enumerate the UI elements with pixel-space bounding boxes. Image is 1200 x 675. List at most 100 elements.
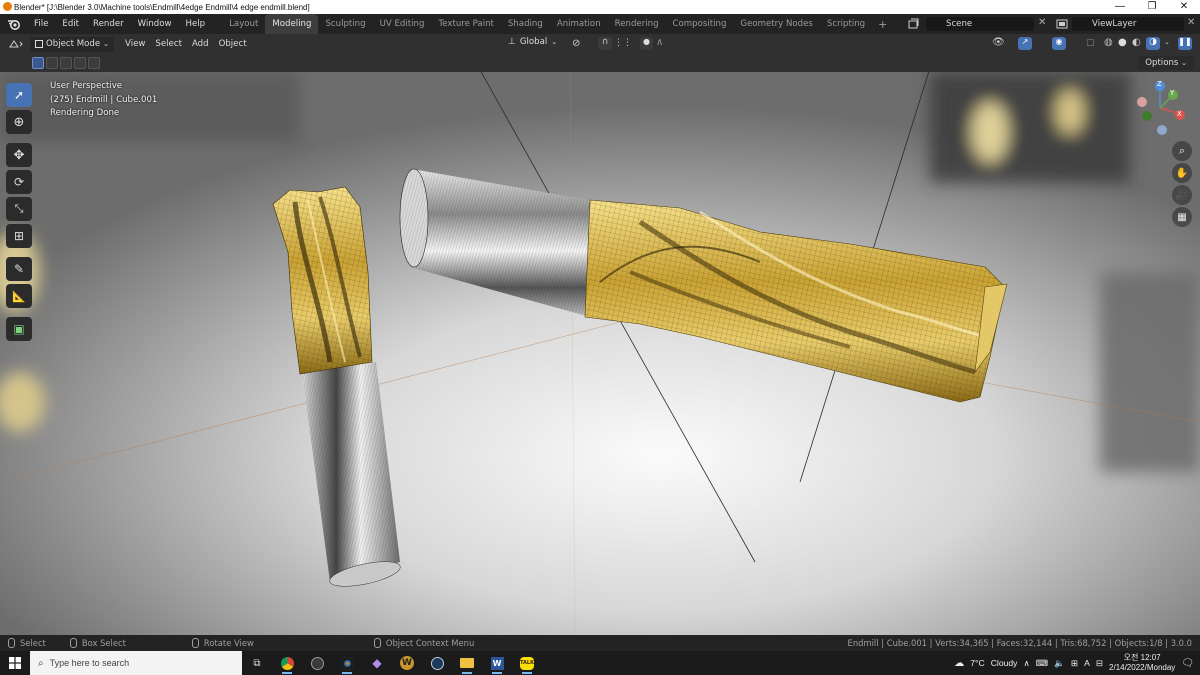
taskbar-kakaotalk[interactable]: TALK [512, 651, 542, 675]
rendered-shading-icon[interactable]: ◑ [1146, 37, 1160, 50]
language-icon[interactable]: ⊞ [1071, 658, 1078, 669]
annotate-tool[interactable]: ✎ [6, 257, 32, 281]
tab-shading[interactable]: Shading [501, 14, 550, 34]
mode-dropdown[interactable]: Object Mode ⌄ [30, 36, 115, 52]
tab-layout[interactable]: Layout [222, 14, 265, 34]
options-dropdown[interactable]: Options ⌄ [1138, 56, 1194, 70]
task-view-button[interactable]: ⧉ [242, 651, 272, 675]
menu-window[interactable]: Window [131, 14, 179, 34]
tab-compositing[interactable]: Compositing [666, 14, 734, 34]
weather-temp[interactable]: 7°C [970, 658, 984, 668]
menu-help[interactable]: Help [179, 14, 213, 34]
blender-logo-icon[interactable] [7, 18, 23, 30]
solid-shading-icon[interactable]: ● [1118, 37, 1127, 48]
menu-view[interactable]: View [120, 39, 150, 49]
volume-icon[interactable]: 🔈 [1054, 658, 1065, 669]
maximize-button[interactable]: ❐ [1136, 0, 1168, 14]
taskbar-chrome[interactable] [272, 651, 302, 675]
falloff-icon[interactable]: ∧ [656, 37, 663, 48]
select-subtract-icon[interactable] [60, 57, 72, 69]
scale-tool[interactable]: ⤡ [6, 197, 32, 221]
close-icon[interactable]: ✕ [1038, 17, 1046, 28]
taskbar-file-explorer[interactable] [452, 651, 482, 675]
taskbar-search[interactable]: ⌕ Type here to search [30, 651, 242, 675]
select-intersect-icon[interactable] [88, 57, 100, 69]
view-name: User Perspective [50, 81, 123, 91]
chevron-up-icon[interactable]: ∧ [1023, 658, 1029, 669]
tab-uv-editing[interactable]: UV Editing [373, 14, 432, 34]
zoom-button[interactable]: ⌕ [1172, 141, 1192, 161]
tab-geometry-nodes[interactable]: Geometry Nodes [733, 14, 820, 34]
pivot-icon[interactable]: ⊘ [572, 38, 580, 49]
pan-button[interactable]: ✋ [1172, 163, 1192, 183]
select-new-icon[interactable] [32, 57, 44, 69]
camera-view-button[interactable]: 🎥 [1172, 185, 1192, 205]
overlay-toggle-icon[interactable]: ◉ [1052, 37, 1066, 50]
system-tray: ☁ 7°C Cloudy ∧ ⌨ 🔈 ⊞ A ⊟ 오전 12:07 2/14/2… [954, 653, 1200, 673]
taskbar-blender[interactable] [332, 651, 362, 675]
tab-scripting[interactable]: Scripting [820, 14, 872, 34]
taskbar-app-w[interactable]: W [392, 651, 422, 675]
tab-animation[interactable]: Animation [550, 14, 608, 34]
visibility-icon[interactable]: 👁 [992, 37, 1005, 48]
menu-object[interactable]: Object [214, 39, 252, 49]
measure-tool[interactable]: 📐 [6, 284, 32, 308]
tab-rendering[interactable]: Rendering [608, 14, 666, 34]
scene-icon [908, 18, 920, 30]
select-extend-icon[interactable] [46, 57, 58, 69]
menu-add[interactable]: Add [187, 39, 214, 49]
grid-icon: ▦ [1177, 211, 1187, 223]
menu-render[interactable]: Render [86, 14, 131, 34]
select-invert-icon[interactable] [74, 57, 86, 69]
tab-sculpting[interactable]: Sculpting [318, 14, 372, 34]
start-button[interactable] [0, 651, 30, 675]
close-button[interactable]: ✕ [1168, 0, 1200, 14]
3d-viewport[interactable]: ➚ ⊕ ✥ ⟳ ⤡ ⊞ ✎ 📐 ▣ User Perspective (275)… [0, 72, 1200, 635]
add-workspace-button[interactable]: + [872, 18, 893, 31]
system-clock[interactable]: 오전 12:07 2/14/2022/Monday [1109, 653, 1175, 673]
wireframe-shading-icon[interactable]: ◍ [1104, 37, 1113, 48]
transform-tool[interactable]: ⊞ [6, 224, 32, 248]
rotate-tool[interactable]: ⟳ [6, 170, 32, 194]
select-box-tool[interactable]: ➚ [6, 83, 32, 107]
ortho-toggle-button[interactable]: ▦ [1172, 207, 1192, 227]
gizmo-toggle-icon[interactable]: ↗ [1018, 37, 1032, 50]
taskbar-steam[interactable] [422, 651, 452, 675]
taskbar-visual-studio[interactable]: ◆ [362, 651, 392, 675]
blender-icon [340, 656, 354, 670]
proportional-edit-icon[interactable]: ● [640, 37, 653, 50]
editor-type-icon[interactable] [8, 37, 26, 51]
taskbar-app-shield[interactable] [302, 651, 332, 675]
add-cube-tool[interactable]: ▣ [6, 317, 32, 341]
notification-icon[interactable]: 🗨 [1181, 658, 1194, 669]
taskbar-word[interactable]: W [482, 651, 512, 675]
weather-desc[interactable]: Cloudy [991, 658, 1018, 668]
view-layer-selector[interactable]: ViewLayer [1072, 17, 1184, 31]
tab-modeling[interactable]: Modeling [265, 14, 319, 34]
xray-toggle-icon[interactable]: ▢ [1086, 38, 1095, 48]
transform-orientation-dropdown[interactable]: ⊥ Global ⌄ [508, 37, 557, 47]
scale-icon: ⤡ [14, 202, 24, 215]
menu-select[interactable]: Select [150, 39, 187, 49]
tab-texture-paint[interactable]: Texture Paint [431, 14, 500, 34]
minimize-button[interactable]: — [1104, 0, 1136, 14]
snap-target-icon[interactable]: ⋮⋮ [614, 38, 632, 48]
navigation-gizmo[interactable]: Z X Y [1136, 80, 1192, 140]
pause-render-icon[interactable]: ❚❚ [1178, 37, 1192, 50]
snap-icon[interactable]: ∩ [598, 37, 612, 50]
move-tool[interactable]: ✥ [6, 143, 32, 167]
scene-selector[interactable]: Scene [926, 17, 1034, 31]
running-indicator [282, 672, 292, 674]
menu-edit[interactable]: Edit [55, 14, 86, 34]
menu-file[interactable]: File [27, 14, 55, 34]
ime-indicator[interactable]: A [1084, 658, 1090, 668]
close-icon[interactable]: ✕ [1187, 17, 1195, 28]
network-icon[interactable]: ⌨ [1036, 658, 1048, 669]
ime-mode-icon[interactable]: ⊟ [1096, 658, 1103, 669]
material-preview-icon[interactable]: ◐ [1132, 37, 1141, 48]
running-indicator [492, 672, 502, 674]
cursor-tool[interactable]: ⊕ [6, 110, 32, 134]
view-layer-name: ViewLayer [1092, 19, 1137, 29]
chevron-down-icon[interactable]: ⌄ [1164, 38, 1170, 46]
status-context-menu: Object Context Menu [373, 638, 474, 648]
